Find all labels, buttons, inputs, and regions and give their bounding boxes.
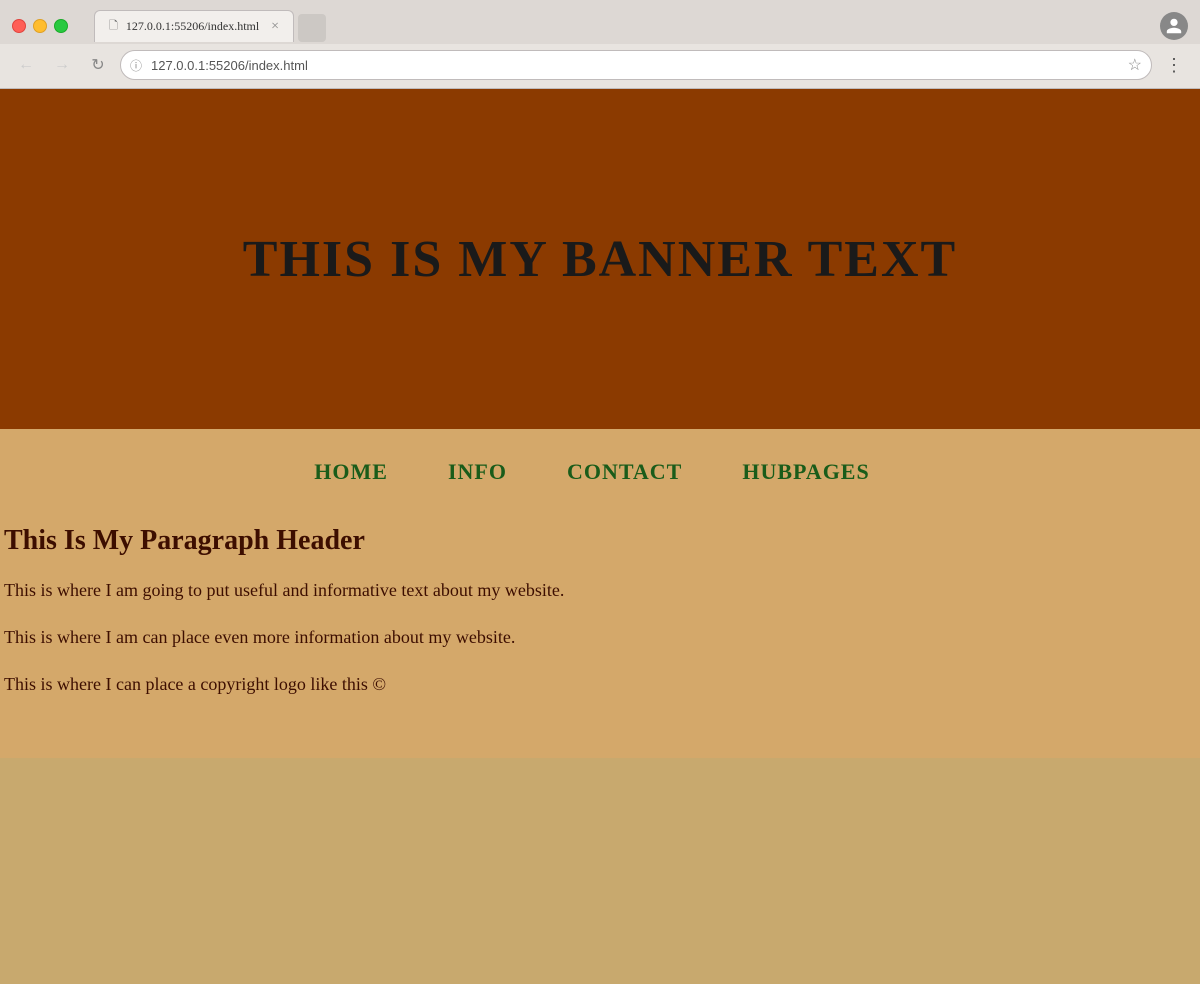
nav-info[interactable]: INFO: [448, 459, 507, 485]
address-bar-wrap: ⓘ ☆: [120, 50, 1152, 80]
reload-icon: ↻: [91, 55, 104, 75]
paragraph-1: This is where I am going to put useful a…: [4, 577, 1180, 604]
traffic-lights: [12, 19, 68, 33]
profile-button[interactable]: [1160, 12, 1188, 40]
title-bar: 🗋 127.0.0.1:55206/index.html ×: [0, 0, 1200, 44]
nav-home[interactable]: HOME: [314, 459, 388, 485]
paragraph-3: This is where I can place a copyright lo…: [4, 671, 1180, 698]
new-tab-button[interactable]: [298, 14, 326, 42]
bookmark-star-icon[interactable]: ☆: [1128, 55, 1142, 75]
paragraph-header: This Is My Paragraph Header: [4, 525, 1180, 557]
forward-button[interactable]: →: [48, 51, 76, 79]
person-icon: [1165, 17, 1183, 35]
minimize-button[interactable]: [33, 19, 47, 33]
address-input[interactable]: [120, 50, 1152, 80]
forward-icon: →: [54, 56, 70, 74]
close-button[interactable]: [12, 19, 26, 33]
back-button[interactable]: ←: [12, 51, 40, 79]
reload-button[interactable]: ↻: [84, 51, 112, 79]
maximize-button[interactable]: [54, 19, 68, 33]
address-bar-row: ← → ↻ ⓘ ☆ ⋮: [0, 44, 1200, 88]
paragraph-2: This is where I am can place even more i…: [4, 624, 1180, 651]
browser-chrome: 🗋 127.0.0.1:55206/index.html × ← → ↻ ⓘ: [0, 0, 1200, 89]
content-area: HOME INFO CONTACT HUBPAGES This Is My Pa…: [0, 429, 1200, 758]
banner-section: THIS IS MY BANNER TEXT: [0, 89, 1200, 429]
menu-icon: ⋮: [1165, 55, 1183, 76]
website-content: THIS IS MY BANNER TEXT HOME INFO CONTACT…: [0, 89, 1200, 758]
tab-bar: 🗋 127.0.0.1:55206/index.html ×: [94, 10, 326, 42]
nav-hubpages[interactable]: HUBPAGES: [742, 459, 869, 485]
menu-button[interactable]: ⋮: [1160, 51, 1188, 79]
back-icon: ←: [18, 56, 34, 74]
tab-page-icon: 🗋: [109, 17, 118, 36]
tab-title: 127.0.0.1:55206/index.html: [126, 19, 263, 34]
banner-heading: THIS IS MY BANNER TEXT: [243, 230, 957, 289]
active-tab[interactable]: 🗋 127.0.0.1:55206/index.html ×: [94, 10, 294, 42]
info-icon: ⓘ: [130, 57, 142, 74]
nav-contact[interactable]: CONTACT: [567, 459, 682, 485]
navigation: HOME INFO CONTACT HUBPAGES: [4, 459, 1180, 485]
tab-close-icon[interactable]: ×: [271, 20, 279, 34]
